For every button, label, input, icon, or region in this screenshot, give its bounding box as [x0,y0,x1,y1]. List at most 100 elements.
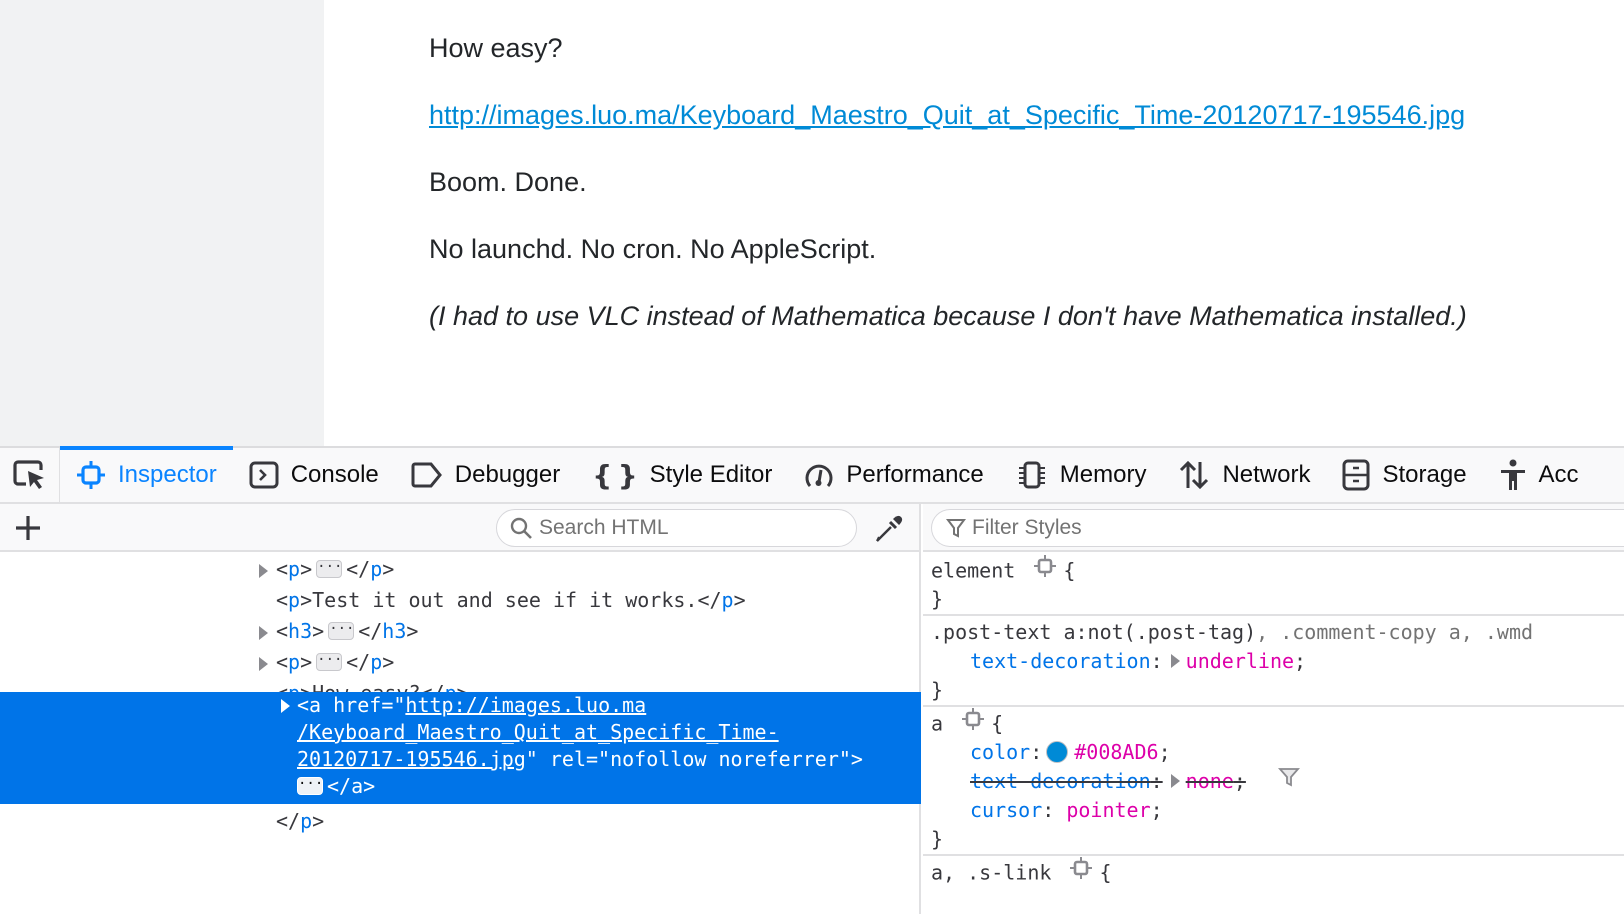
style-editor-icon: { } [592,458,638,492]
css-declaration[interactable]: color: #008AD6; [931,738,1624,767]
tree-node[interactable]: <p> ··· </p> [0,647,919,678]
tab-label: Network [1222,461,1311,488]
tag-name: p [288,650,301,674]
expand-toggle[interactable] [259,626,268,640]
tag-name: p [721,588,734,612]
css-rule-a: a { color: #008AD6; text-decoration: none;… [923,707,1624,856]
devtools-panel: Inspector Console Debugger { } Style Edi… [0,446,1624,914]
tab-performance[interactable]: Performance [788,448,999,502]
attr-name: href [333,693,382,717]
node-highlighter-icon[interactable] [1069,856,1093,888]
tab-style-editor[interactable]: { } Style Editor [576,448,788,502]
filter-overridden-icon[interactable] [1277,766,1300,796]
debugger-icon [411,462,443,488]
tab-storage[interactable]: Storage [1326,448,1482,502]
selected-node-line: 20120717-195546.jpg" rel="nofollow noref… [297,747,863,771]
property-value[interactable]: #008AD6 [1074,740,1158,764]
console-icon [249,461,279,489]
eyedropper-icon [876,515,903,542]
paragraph-note: (I had to use VLC instead of Mathematica… [429,298,1624,334]
paragraph-link: http://images.luo.ma/Keyboard_Maestro_Qu… [429,97,1624,133]
property-name[interactable]: color [970,740,1030,764]
collapsed-content-button[interactable]: ··· [316,559,342,578]
css-rule-post-text: .post-text a:not(.post-tag), .comment-co… [923,616,1624,707]
href-link[interactable]: /Keyboard_Maestro_Quit_at_Specific_Time- [297,720,779,744]
text-node: Test it out and see if it works. [312,588,698,612]
selected-node-line: <a href="http://images.luo.ma [297,693,647,717]
tab-network[interactable]: Network [1162,448,1326,502]
collapsed-content-button[interactable]: ··· [297,776,323,795]
tab-label: Debugger [454,461,561,488]
expand-shorthand-icon[interactable] [1170,653,1180,668]
search-icon [510,517,532,539]
element-picker-button[interactable] [0,448,60,502]
tree-node[interactable]: <h3> ··· </h3> [0,616,919,647]
filter-styles-field[interactable] [931,509,1624,547]
tab-memory[interactable]: Memory [1000,448,1163,502]
expand-shorthand-icon[interactable] [1170,773,1180,788]
search-html-field[interactable] [496,509,857,547]
tab-debugger[interactable]: Debugger [395,448,576,502]
tab-label: Console [290,461,379,488]
tree-node[interactable]: <p>Test it out and see if it works.</p> [0,585,919,616]
memory-icon [1016,460,1048,490]
tab-label: Acc [1538,461,1579,488]
search-html-input[interactable] [539,516,856,540]
selected-node-line: /Keyboard_Maestro_Quit_at_Specific_Time- [0,719,921,746]
node-highlighter-icon[interactable] [1033,554,1057,586]
property-name[interactable]: text-decoration [970,769,1151,793]
tag-name: p [300,809,313,833]
tab-inspector[interactable]: Inspector [60,446,233,502]
property-value[interactable]: pointer [1066,798,1150,822]
expand-toggle[interactable] [259,564,268,578]
property-value[interactable]: underline [1186,649,1294,673]
css-rule-element: element { } [923,554,1624,616]
href-link[interactable]: 20120717-195546.jpg [297,747,526,771]
tag-name: p [370,557,383,581]
tab-console[interactable]: Console [233,448,395,502]
tree-node[interactable]: <p> ··· </p> [0,554,919,585]
expand-toggle[interactable] [259,657,268,671]
markup-toolbar [0,504,919,552]
node-highlighter-icon[interactable] [961,707,985,739]
property-value[interactable]: none [1186,769,1234,793]
paragraph-boom: Boom. Done. [429,167,587,197]
image-link[interactable]: http://images.luo.ma/Keyboard_Maestro_Qu… [429,100,1465,130]
markup-view: <p>···</p> <p>Test it out and see if it … [0,504,921,914]
add-node-button[interactable] [12,512,44,544]
tab-label: Memory [1059,461,1147,488]
closing-tag-node[interactable]: </p> [0,806,919,837]
note-text: (I had to use VLC instead of Mathematica… [429,301,1467,331]
network-icon [1178,459,1210,491]
collapsed-content-button[interactable]: ··· [316,652,342,671]
tab-label: Style Editor [649,461,773,488]
selected-node-line: ··· </a> [297,774,376,798]
selected-node[interactable]: <a href="http://images.luo.ma /Keyboard_… [0,692,921,804]
css-declaration[interactable]: text-decoration: underline; [931,647,1624,676]
css-declaration[interactable]: cursor: pointer; [931,796,1624,825]
collapsed-content-button[interactable]: ··· [328,621,354,640]
rule-selector-unmatched: , .comment-copy a, .wmd [1256,620,1534,644]
rule-selector: element [931,558,1016,583]
css-rule-s-link: a, .s-link { [923,856,1624,887]
tab-accessibility[interactable]: Acc [1483,448,1595,502]
color-swatch[interactable] [1046,740,1069,763]
expand-toggle[interactable] [281,699,290,713]
property-name[interactable]: cursor [970,798,1042,822]
eyedropper-button[interactable] [872,512,906,546]
filter-styles-input[interactable] [972,516,1624,540]
href-link[interactable]: http://images.luo.ma [405,693,646,717]
tag-name: a [309,693,322,717]
rule-selector: a [931,711,944,736]
tag-name: p [370,650,383,674]
property-name[interactable]: text-decoration [970,649,1151,673]
tab-label: Performance [846,461,984,488]
rule-selector: a, .s-link [931,860,1052,885]
css-declaration-overridden[interactable]: text-decoration: none; [931,767,1624,796]
attr-name: rel [549,747,586,771]
tag-name: h3 [382,619,407,643]
post-body: How easy? http://images.luo.ma/Keyboard_… [429,30,1624,365]
css-rules: element { } .post-text a:not(.post-tag),… [923,554,1624,887]
rule-selector: .post-text a:not(.post-tag) [931,620,1257,644]
tab-label: Inspector [118,461,217,488]
